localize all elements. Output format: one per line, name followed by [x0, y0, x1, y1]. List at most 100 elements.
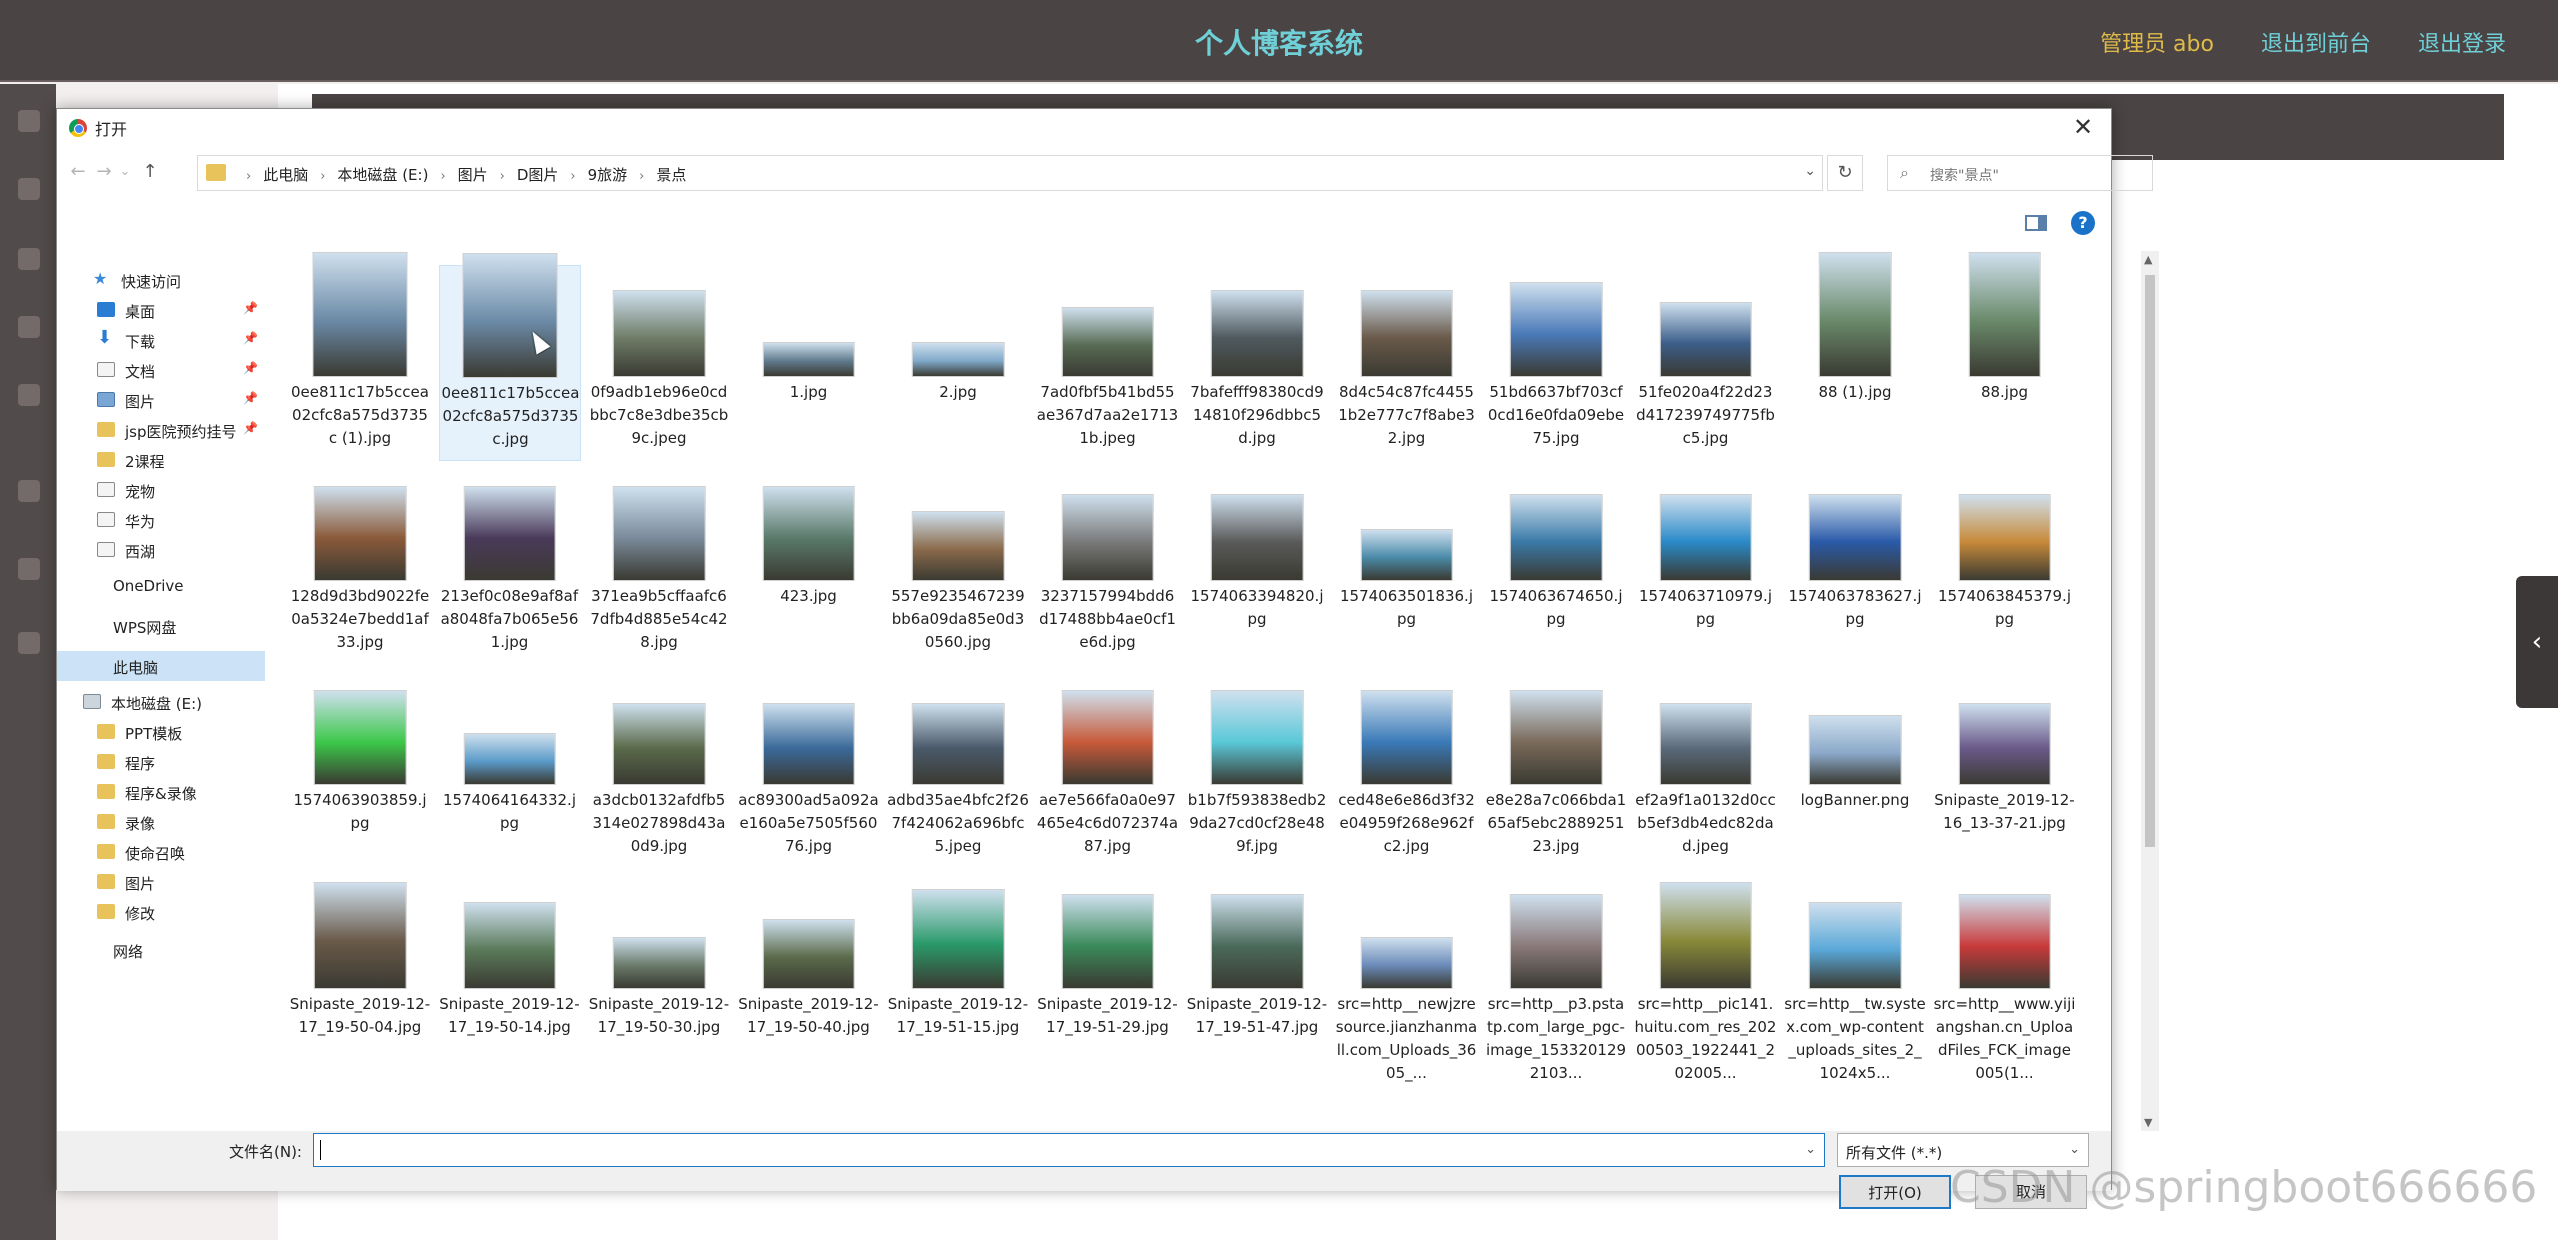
- file-item[interactable]: 0ee811c17b5ccea02cfc8a575d3735c.jpg: [438, 253, 581, 461]
- breadcrumb-item[interactable]: 本地磁盘 (E:): [337, 166, 428, 184]
- nav-item[interactable]: 使命召唤: [57, 837, 265, 867]
- file-item[interactable]: 88.jpg: [1934, 252, 2076, 461]
- file-list-scrollbar[interactable]: ▲ ▼: [2141, 251, 2159, 1131]
- file-item[interactable]: ae7e566fa0a0e97465e4c6d072374a87.jpg: [1037, 673, 1179, 869]
- sidebar-search-icon[interactable]: [18, 316, 40, 338]
- refresh-icon[interactable]: ↻: [1827, 155, 1863, 191]
- nav-item[interactable]: 华为: [57, 505, 265, 535]
- nav-item[interactable]: 宠物: [57, 475, 265, 505]
- file-item[interactable]: 7bafefff98380cd914810f296dbbc5d.jpg: [1186, 265, 1328, 461]
- nav-item[interactable]: 图片: [57, 867, 265, 897]
- file-item[interactable]: 2.jpg: [887, 265, 1029, 461]
- open-button[interactable]: 打开(O): [1839, 1175, 1951, 1209]
- sidebar-home-icon[interactable]: [18, 110, 40, 132]
- file-item[interactable]: ced48e6e86d3f32e04959f268e962fc2.jpg: [1336, 673, 1478, 869]
- file-item[interactable]: logBanner.png: [1784, 673, 1926, 869]
- file-item[interactable]: src=http__www.yijiangshan.cn_UploadFiles…: [1934, 877, 2076, 1082]
- file-item[interactable]: Snipaste_2019-12-17_19-51-47.jpg: [1186, 877, 1328, 1073]
- sidebar-plane-icon[interactable]: [18, 480, 40, 502]
- scroll-down-icon[interactable]: ▼: [2144, 1116, 2152, 1129]
- nav-item[interactable]: 修改: [57, 897, 265, 927]
- file-item[interactable]: 1574063845379.jpg: [1934, 469, 2076, 665]
- file-item[interactable]: 128d9d3bd9022fe0a5324e7bedd1af33.jpg: [289, 469, 431, 665]
- file-item[interactable]: src=http__p3.pstatp.com_large_pgc-image_…: [1485, 877, 1627, 1082]
- file-item[interactable]: 8d4c54c87fc44551b2e777c7f8abe32.jpg: [1336, 265, 1478, 461]
- chevron-down-icon[interactable]: ⌄: [1805, 1142, 1816, 1157]
- sidebar-settings-icon[interactable]: [18, 248, 40, 270]
- file-item[interactable]: Snipaste_2019-12-17_19-50-04.jpg: [289, 877, 431, 1073]
- nav-item[interactable]: 西湖: [57, 535, 265, 565]
- help-icon[interactable]: ?: [2071, 211, 2095, 235]
- close-icon[interactable]: ✕: [2065, 109, 2101, 145]
- file-item[interactable]: 0f9adb1eb96e0cdbbc7c8e3dbe35cb9c.jpeg: [588, 265, 730, 461]
- nav-item[interactable]: PPT模板: [57, 717, 265, 747]
- nav-item[interactable]: 桌面 📌: [57, 295, 265, 325]
- side-collapse-tab[interactable]: ‹: [2516, 576, 2558, 708]
- back-arrow-icon[interactable]: ←: [65, 159, 91, 185]
- file-item[interactable]: b1b7f593838edb29da27cd0cf28e489f.jpg: [1186, 673, 1328, 869]
- file-item[interactable]: src=http__newjzresource.jianzhanmall.com…: [1336, 877, 1478, 1082]
- logout-link[interactable]: 退出登录: [2418, 32, 2506, 57]
- nav-item[interactable]: 2课程: [57, 445, 265, 475]
- file-item[interactable]: 51bd6637bf703cf0cd16e0fda09ebe75.jpg: [1485, 265, 1627, 461]
- nav-item[interactable]: ⬇ 下载 📌: [57, 325, 265, 355]
- file-item[interactable]: 51fe020a4f22d23d417239749775fbc5.jpg: [1635, 265, 1777, 461]
- file-item[interactable]: 1574064164332.jpg: [439, 673, 581, 869]
- file-item[interactable]: 1574063783627.jpg: [1784, 469, 1926, 665]
- file-item[interactable]: 1574063394820.jpg: [1186, 469, 1328, 665]
- nav-item[interactable]: 此电脑: [57, 651, 265, 681]
- file-item[interactable]: 423.jpg: [738, 469, 880, 665]
- nav-item[interactable]: 文档 📌: [57, 355, 265, 385]
- sidebar-chat-icon[interactable]: [18, 558, 40, 580]
- breadcrumb-item[interactable]: D图片: [517, 166, 559, 184]
- sidebar-user-icon[interactable]: [18, 178, 40, 200]
- file-item[interactable]: 557e9235467239bb6a09da85e0d30560.jpg: [887, 469, 1029, 665]
- file-item[interactable]: 371ea9b5cffaafc67dfb4d885e54c428.jpg: [588, 469, 730, 665]
- scroll-up-icon[interactable]: ▲: [2144, 253, 2152, 266]
- sidebar-list-icon[interactable]: [18, 384, 40, 406]
- breadcrumb-item[interactable]: 景点: [656, 166, 686, 184]
- breadcrumb-item[interactable]: 此电脑: [263, 166, 308, 184]
- nav-item[interactable]: OneDrive: [57, 571, 265, 601]
- address-bar[interactable]: › 此电脑 › 本地磁盘 (E:) › 图片 › D图片 › 9旅游 › 景点 ⌄: [197, 155, 1823, 191]
- nav-item[interactable]: 图片 📌: [57, 385, 265, 415]
- file-item[interactable]: 7ad0fbf5b41bd55ae367d7aa2e17131b.jpeg: [1037, 265, 1179, 461]
- file-item[interactable]: src=http__pic141.huitu.com_res_20200503_…: [1635, 877, 1777, 1082]
- nav-item[interactable]: 网络: [57, 935, 265, 965]
- file-item[interactable]: 3237157994bdd6d17488bb4ae0cf1e6d.jpg: [1037, 469, 1179, 665]
- search-box[interactable]: ⌕ 搜索"景点": [1887, 155, 2153, 191]
- recent-locations-icon[interactable]: ⌄: [117, 159, 133, 185]
- file-item[interactable]: a3dcb0132afdfb5314e027898d43a0d9.jpg: [588, 673, 730, 869]
- file-item[interactable]: 88 (1).jpg: [1784, 252, 1926, 461]
- file-item[interactable]: 1574063710979.jpg: [1635, 469, 1777, 665]
- nav-item[interactable]: WPS网盘: [57, 611, 265, 641]
- exit-to-front-link[interactable]: 退出到前台: [2261, 32, 2371, 57]
- file-item[interactable]: Snipaste_2019-12-16_13-37-21.jpg: [1934, 673, 2076, 869]
- file-item[interactable]: 1574063903859.jpg: [289, 673, 431, 869]
- file-item[interactable]: Snipaste_2019-12-17_19-51-29.jpg: [1037, 877, 1179, 1073]
- breadcrumb[interactable]: › 此电脑 › 本地磁盘 (E:) › 图片 › D图片 › 9旅游 › 景点: [234, 164, 686, 185]
- file-item[interactable]: ac89300ad5a092ae160a5e7505f56076.jpg: [738, 673, 880, 869]
- file-item[interactable]: 1574063674650.jpg: [1485, 469, 1627, 665]
- file-item[interactable]: src=http__tw.systex.com_wp-content_uploa…: [1784, 877, 1926, 1082]
- nav-item[interactable]: 程序&录像: [57, 777, 265, 807]
- filename-input[interactable]: ⌄: [313, 1133, 1825, 1167]
- nav-item[interactable]: ★ 快速访问: [57, 265, 265, 295]
- chevron-down-icon[interactable]: ⌄: [1804, 163, 1816, 179]
- file-item[interactable]: Snipaste_2019-12-17_19-50-40.jpg: [738, 877, 880, 1073]
- file-item[interactable]: e8e28a7c066bda165af5ebc288925123.jpg: [1485, 673, 1627, 869]
- file-item[interactable]: ef2a9f1a0132d0ccb5ef3db4edc82dad.jpeg: [1635, 673, 1777, 869]
- nav-item[interactable]: jsp医院预约挂号 📌: [57, 415, 265, 445]
- nav-item[interactable]: 录像: [57, 807, 265, 837]
- preview-pane-icon[interactable]: [2025, 215, 2047, 231]
- breadcrumb-item[interactable]: 9旅游: [588, 166, 628, 184]
- nav-item[interactable]: 本地磁盘 (E:): [57, 687, 265, 717]
- file-item[interactable]: adbd35ae4bfc2f267f424062a696bfc5.jpeg: [887, 673, 1029, 869]
- scrollbar-thumb[interactable]: [2145, 275, 2155, 847]
- file-item[interactable]: 0ee811c17b5ccea02cfc8a575d3735c (1).jpg: [289, 252, 431, 461]
- file-item[interactable]: Snipaste_2019-12-17_19-50-14.jpg: [439, 877, 581, 1073]
- file-item[interactable]: 1574063501836.jpg: [1336, 469, 1478, 665]
- file-item[interactable]: Snipaste_2019-12-17_19-51-15.jpg: [887, 877, 1029, 1073]
- breadcrumb-item[interactable]: 图片: [458, 166, 488, 184]
- nav-item[interactable]: 程序: [57, 747, 265, 777]
